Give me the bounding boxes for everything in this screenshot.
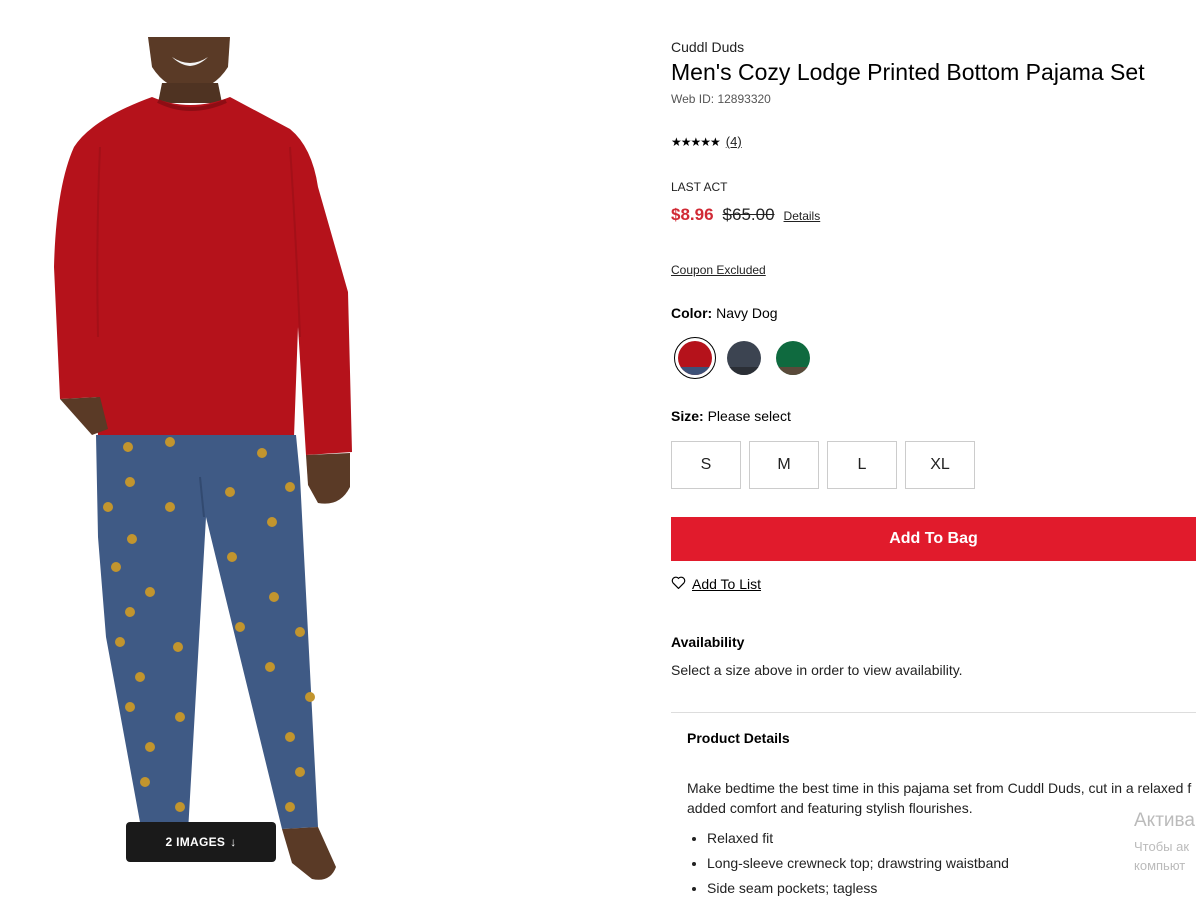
product-details-toggle[interactable]: Product Details	[687, 730, 790, 746]
size-label-title: Size:	[671, 408, 704, 424]
product-info: Cuddl Duds Men's Cozy Lodge Printed Bott…	[671, 0, 1196, 896]
divider	[671, 712, 1196, 713]
coupon-excluded-link[interactable]: Coupon Excluded	[671, 263, 766, 277]
watermark-line: компьют	[1134, 858, 1186, 873]
color-label-title: Color:	[671, 305, 713, 321]
images-count-label: 2 IMAGES	[165, 835, 226, 849]
size-options: S M L XL	[671, 441, 975, 489]
description-line: Make bedtime the best time in this pajam…	[687, 780, 1192, 796]
size-option-xl[interactable]: XL	[905, 441, 975, 489]
price-row: $8.96 $65.00 Details	[671, 205, 820, 225]
swatch-red[interactable]	[674, 337, 716, 379]
color-swatches	[674, 337, 814, 379]
bullet-item: Relaxed fit	[707, 826, 1009, 851]
review-count-link[interactable]: (4)	[726, 134, 742, 149]
selected-size: Please select	[707, 408, 791, 424]
sale-price: $8.96	[671, 205, 714, 224]
product-photo[interactable]	[0, 37, 560, 890]
original-price: $65.00	[722, 205, 775, 224]
watermark-line: Актива	[1134, 810, 1195, 831]
rating[interactable]: ★★★★★ (4)	[671, 134, 742, 149]
size-label: Size: Please select	[671, 408, 791, 424]
watermark-line: Чтобы ак	[1134, 839, 1190, 854]
selected-color: Navy Dog	[716, 305, 778, 321]
availability-text: Select a size above in order to view ava…	[671, 662, 963, 678]
star-rating-icon: ★★★★★	[671, 134, 721, 149]
activation-watermark: Актива Чтобы ак компьют	[1134, 810, 1196, 875]
swatch-green[interactable]	[772, 337, 814, 379]
heart-icon	[671, 576, 686, 592]
color-label: Color: Navy Dog	[671, 305, 778, 321]
add-to-list-button[interactable]: Add To List	[671, 576, 761, 592]
size-option-s[interactable]: S	[671, 441, 741, 489]
availability-title: Availability	[671, 634, 745, 650]
arrow-down-icon: ↓	[230, 835, 237, 849]
product-title: Men's Cozy Lodge Printed Bottom Pajama S…	[671, 59, 1145, 85]
green-swatch	[776, 341, 810, 375]
brand-link[interactable]: Cuddl Duds	[671, 39, 744, 55]
bullet-item: Long-sleeve crewneck top; drawstring wai…	[707, 851, 1009, 876]
bullet-item: Side seam pockets; tagless	[707, 876, 1009, 901]
size-option-l[interactable]: L	[827, 441, 897, 489]
add-to-bag-button[interactable]: Add To Bag	[671, 517, 1196, 561]
product-gallery: 2 IMAGES ↓	[0, 0, 560, 890]
navy-swatch	[727, 341, 761, 375]
description-line: added comfort and featuring stylish flou…	[687, 800, 973, 816]
size-option-m[interactable]: M	[749, 441, 819, 489]
add-to-list-label: Add To List	[692, 576, 762, 592]
price-details-link[interactable]: Details	[784, 209, 821, 223]
images-count-button[interactable]: 2 IMAGES ↓	[126, 822, 276, 862]
web-id: Web ID: 12893320	[671, 92, 771, 106]
swatch-navy[interactable]	[723, 337, 765, 379]
red-swatch	[678, 341, 712, 375]
promo-label: LAST ACT	[671, 180, 728, 194]
product-description: Make bedtime the best time in this pajam…	[687, 778, 1196, 818]
